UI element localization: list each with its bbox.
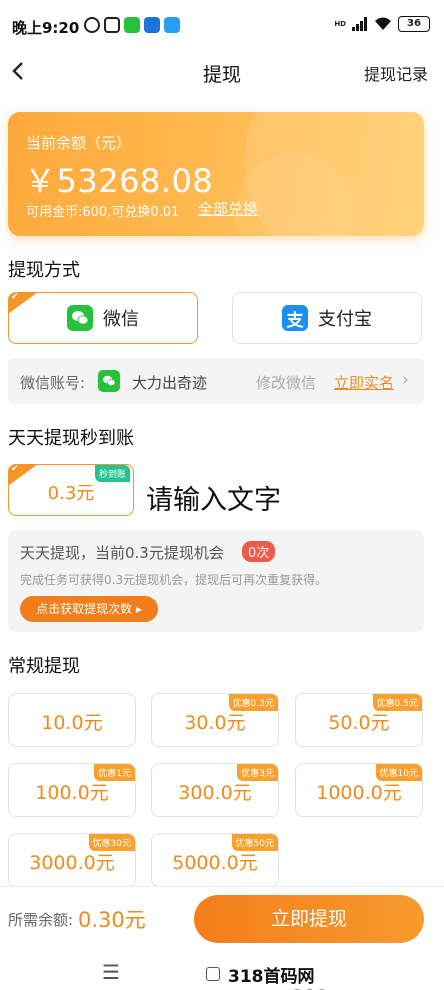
required-balance-value: 0.30元 [78, 908, 146, 932]
home-icon[interactable] [206, 967, 220, 981]
amount-value: 1000.0元 [316, 782, 402, 804]
info-title: 天天提现，当前0.3元提现机会 [20, 544, 224, 562]
submit-bar: 所需余额: 0.30元 立即提现 [0, 886, 444, 952]
system-nav-bar: ☰ 318首码网 www.e318.com [0, 952, 444, 990]
method-title: 提现方式 [8, 260, 80, 281]
alarm-icon [84, 17, 100, 33]
wechat-icon [98, 370, 120, 392]
account-label: 微信账号: [20, 374, 86, 392]
gold-note: 可用金币:600,可兑换0.01 [26, 205, 180, 220]
daily-amount: 0.3元 [47, 483, 95, 504]
wechat-account-row: 微信账号: 大力出奇迹 修改微信 立即实名 › [8, 358, 424, 404]
amount-option[interactable]: 优惠10元 1000.0元 [295, 763, 423, 817]
wechat-icon [67, 305, 93, 331]
withdraw-now-button[interactable]: 立即提现 [194, 895, 424, 943]
wechat-icon [124, 17, 140, 33]
app-icon [144, 17, 160, 33]
amount-option[interactable]: 优惠1元 100.0元 [8, 763, 136, 817]
amount-value: 50.0元 [328, 712, 390, 734]
modify-wechat-link[interactable]: 修改微信 [256, 372, 316, 393]
amount-option[interactable]: 10.0元 [8, 693, 136, 747]
status-bar: 晚上9:20 HD 36 [0, 0, 444, 50]
page-header: 提现 提现记录 [0, 50, 444, 94]
amount-option[interactable]: 优惠3元 300.0元 [151, 763, 279, 817]
pay-option-wechat[interactable]: 微信 [8, 292, 198, 344]
amount-option[interactable]: 优惠0.5元 50.0元 [295, 693, 423, 747]
selected-check-icon [8, 292, 38, 314]
info-desc: 完成任务可获得0.3元提现机会，提现后可再次重复获得。 [20, 573, 328, 587]
balance-card: 当前余额（元） ￥53268.08 可用金币:600,可兑换0.01 全部兑换 [8, 112, 424, 236]
status-right: HD 36 [334, 16, 430, 32]
amount-option[interactable]: 优惠0.3元 30.0元 [151, 693, 279, 747]
count-badge: 0次 [242, 541, 276, 562]
amount-option[interactable]: 优惠50元 5000.0元 [151, 833, 279, 887]
daily-amount-option[interactable]: 秒到账 0.3元 [8, 464, 134, 516]
status-icons [84, 17, 180, 33]
daily-title: 天天提现秒到账 [8, 428, 134, 449]
alipay-icon: 支 [282, 305, 308, 331]
amount-value: 30.0元 [184, 712, 246, 734]
withdraw-record-link[interactable]: 提现记录 [364, 61, 428, 85]
get-withdraw-chances-button[interactable]: 点击获取提现次数 ▸ [20, 596, 158, 622]
amount-option[interactable]: 优惠30元 3000.0元 [8, 833, 136, 887]
status-time: 晚上9:20 [12, 19, 80, 37]
cloud-icon [164, 17, 180, 33]
amount-value: 10.0元 [41, 712, 103, 734]
network-label: HD [334, 20, 346, 28]
watermark: 318首码网 www.e318.com [228, 967, 373, 990]
battery-icon: 36 [398, 16, 430, 32]
account-name: 大力出奇迹 [132, 374, 208, 392]
regular-title: 常规提现 [8, 656, 80, 677]
required-balance-label: 所需余额: [8, 911, 74, 929]
signal-icon [352, 17, 367, 31]
nfc-icon [104, 17, 120, 33]
pay-option-alipay[interactable]: 支 支付宝 [232, 292, 422, 344]
amount-value: 3000.0元 [29, 852, 115, 874]
verify-realname-link[interactable]: 立即实名 [334, 372, 394, 393]
chevron-right-icon[interactable]: › [402, 370, 409, 390]
amount-value: 5000.0元 [172, 852, 258, 874]
pay-option-label: 支付宝 [318, 309, 372, 330]
amount-value: 100.0元 [35, 782, 109, 804]
overlay-text: 请输入文字 [146, 485, 281, 516]
daily-info-box: 天天提现，当前0.3元提现机会 0次 完成任务可获得0.3元提现机会，提现后可再… [8, 530, 424, 632]
menu-icon[interactable]: ☰ [102, 960, 120, 984]
amount-value: 300.0元 [178, 782, 252, 804]
balance-amount: ￥53268.08 [24, 162, 214, 200]
balance-label: 当前余额（元） [26, 134, 132, 152]
pay-option-label: 微信 [103, 309, 139, 330]
exchange-all-link[interactable]: 全部兑换 [198, 198, 258, 219]
wifi-icon [375, 17, 391, 30]
